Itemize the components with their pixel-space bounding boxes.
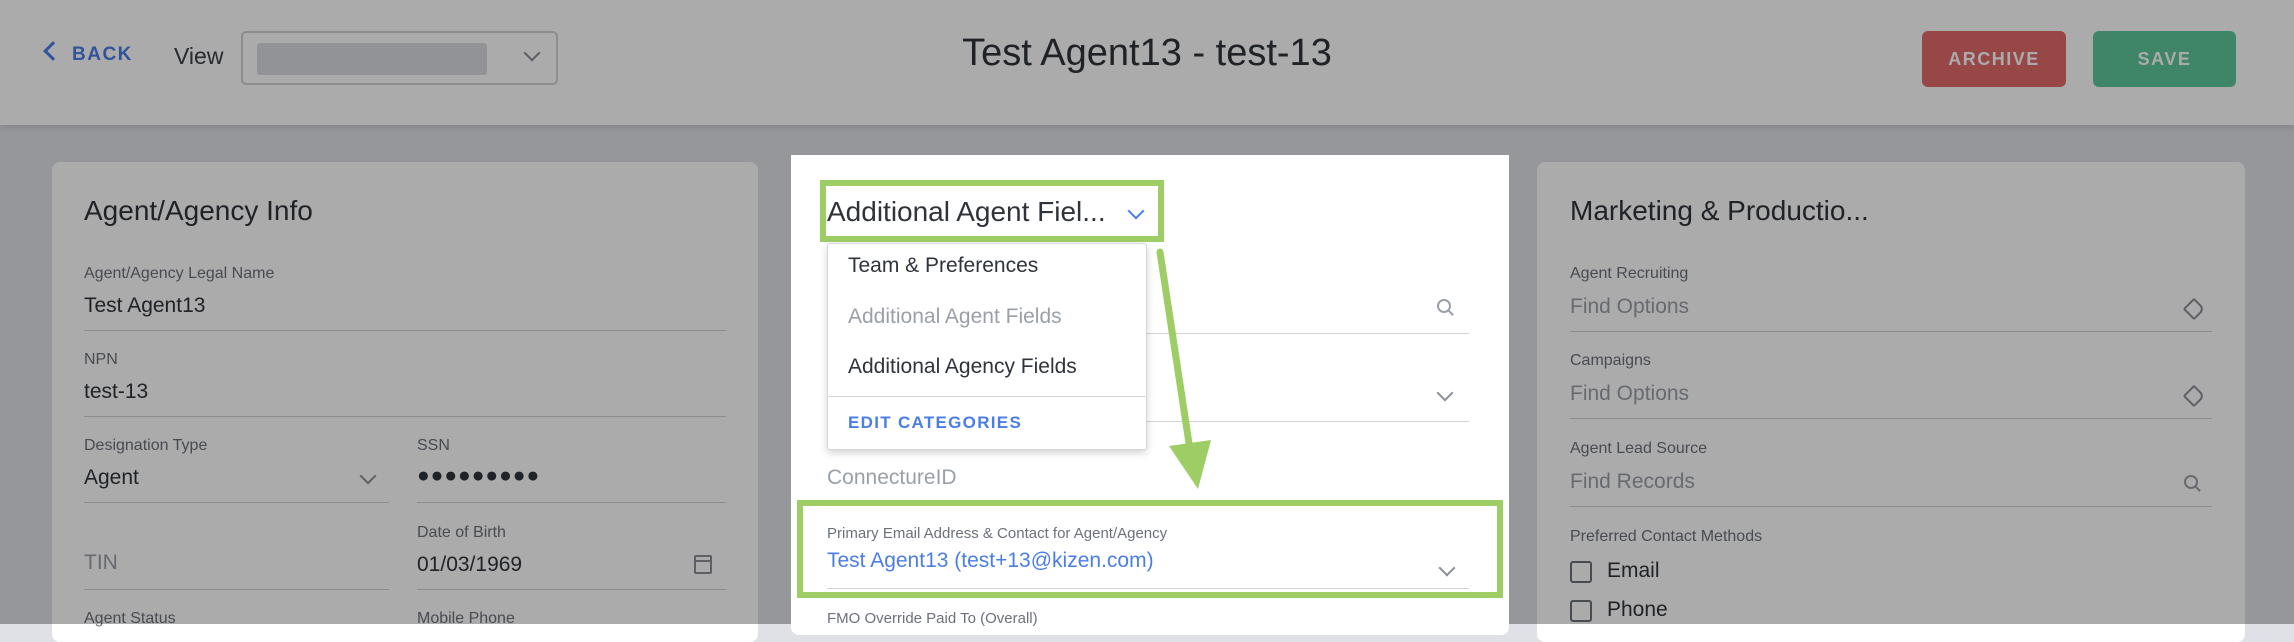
designation-label: Designation Type: [84, 437, 208, 454]
search-icon: [2184, 475, 2198, 489]
chevron-down-icon[interactable]: [359, 467, 377, 485]
card-title: Agent/Agency Info: [84, 195, 313, 226]
tag-icon: [2182, 297, 2206, 321]
recruiting-field[interactable]: Find Options: [1570, 295, 1689, 319]
connecture-id-field[interactable]: ConnectureID: [827, 466, 957, 490]
divider: [1570, 331, 2212, 332]
contact-methods-label: Preferred Contact Methods: [1570, 528, 1763, 545]
edit-categories-button[interactable]: EDIT CATEGORIES: [848, 413, 1022, 433]
card-title: Marketing & Productio...: [1570, 195, 1869, 226]
marketing-card: Marketing & Productio... Agent Recruitin…: [1537, 162, 2245, 642]
chevron-down-icon[interactable]: [1436, 384, 1454, 402]
tag-icon: [2182, 384, 2206, 408]
divider: [417, 502, 726, 503]
dob-label: Date of Birth: [417, 524, 506, 541]
lead-source-field[interactable]: Find Records: [1570, 470, 1695, 494]
dropdown-item-team-preferences[interactable]: Team & Preferences: [848, 254, 1038, 278]
phone-option-label: Phone: [1607, 598, 1668, 621]
highlight-box-category: [820, 180, 1164, 242]
search-icon: [1437, 299, 1451, 313]
fmo-override-label: FMO Override Paid To (Overall): [827, 610, 1038, 627]
designation-select[interactable]: Agent: [84, 466, 139, 490]
ssn-field[interactable]: ●●●●●●●●●: [417, 464, 540, 488]
email-option-label: Email: [1607, 559, 1660, 582]
divider: [1570, 418, 2212, 419]
legal-name-label: Agent/Agency Legal Name: [84, 265, 275, 282]
email-checkbox[interactable]: [1570, 561, 1592, 583]
agent-status-label: Agent Status: [84, 610, 176, 627]
dob-field[interactable]: 01/03/1969: [417, 553, 522, 577]
divider: [84, 589, 389, 590]
recruiting-label: Agent Recruiting: [1570, 265, 1689, 282]
divider: [1570, 506, 2212, 507]
phone-checkbox[interactable]: [1570, 600, 1592, 622]
highlight-box-primary-email: [797, 500, 1503, 598]
dropdown-item-additional-agent-fields[interactable]: Additional Agent Fields: [848, 305, 1062, 329]
divider: [84, 330, 726, 331]
top-bar: BACK View Test Agent13 - test-13 ARCHIVE…: [0, 0, 2294, 125]
legal-name-field[interactable]: Test Agent13: [84, 294, 205, 318]
divider: [417, 589, 726, 590]
mobile-phone-label: Mobile Phone: [417, 610, 515, 627]
campaigns-label: Campaigns: [1570, 352, 1651, 369]
agent-info-card: Agent/Agency Info Agent/Agency Legal Nam…: [52, 162, 758, 642]
save-button[interactable]: SAVE: [2093, 31, 2236, 87]
dropdown-divider: [828, 396, 1146, 397]
npn-label: NPN: [84, 351, 118, 368]
divider: [84, 416, 726, 417]
dropdown-item-additional-agency-fields[interactable]: Additional Agency Fields: [848, 355, 1077, 379]
campaigns-field[interactable]: Find Options: [1570, 382, 1689, 406]
calendar-icon[interactable]: [694, 555, 712, 574]
divider: [84, 502, 389, 503]
category-dropdown: Team & Preferences Additional Agent Fiel…: [827, 243, 1147, 450]
npn-field[interactable]: test-13: [84, 380, 148, 404]
lead-source-label: Agent Lead Source: [1570, 440, 1707, 457]
tin-field[interactable]: TIN: [84, 551, 118, 575]
archive-button[interactable]: ARCHIVE: [1922, 31, 2066, 87]
ssn-label: SSN: [417, 437, 450, 454]
